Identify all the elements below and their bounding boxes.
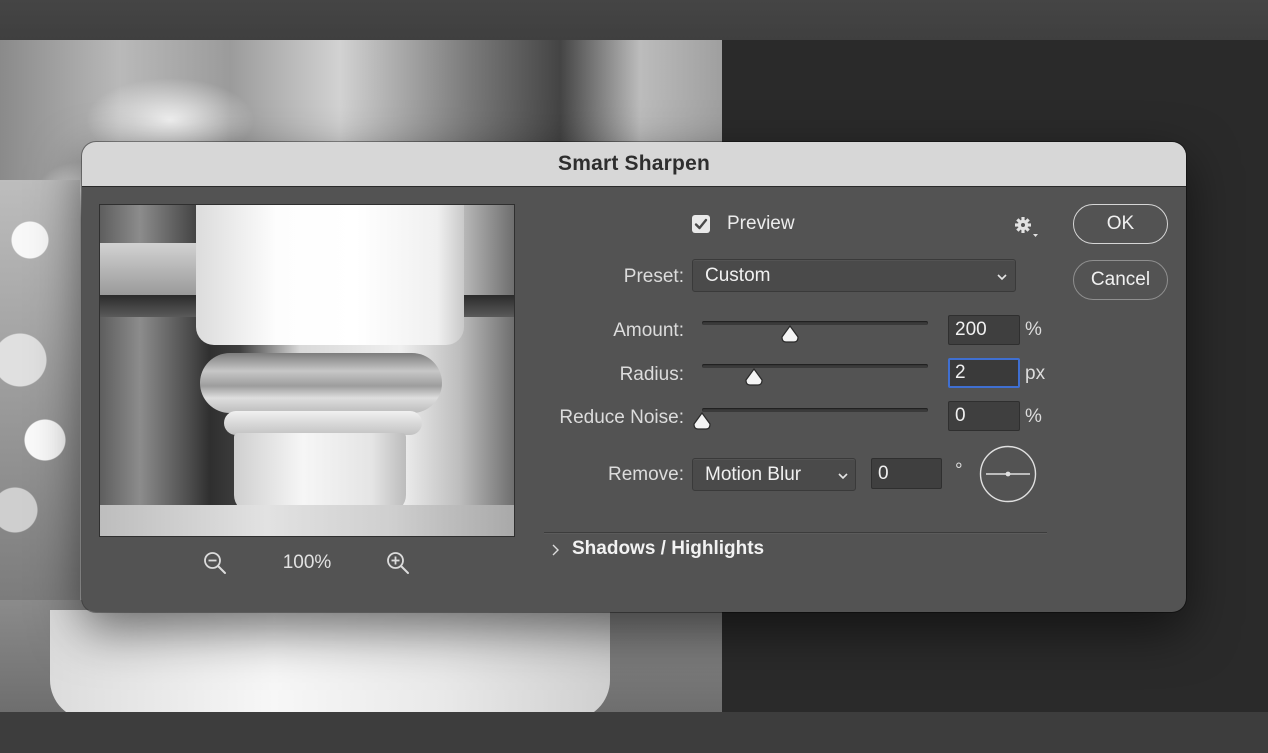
preview-image[interactable] — [99, 204, 515, 537]
amount-slider-thumb[interactable] — [780, 325, 800, 343]
smart-sharpen-dialog: Smart Sharpen 100% Preview Preset: Custo… — [82, 142, 1186, 612]
chevron-down-icon — [996, 270, 1008, 282]
chevron-down-icon — [837, 469, 849, 481]
preview-checkbox[interactable] — [692, 215, 710, 233]
reduce-noise-slider-track — [702, 408, 928, 412]
preview-image-rail — [100, 243, 210, 295]
remove-dropdown[interactable]: Motion Blur — [692, 458, 856, 491]
preview-image-collar — [200, 353, 442, 413]
preview-image-ring — [224, 411, 422, 435]
preview-zoom-controls: 100% — [99, 547, 515, 577]
preview-label[interactable]: Preview — [727, 213, 795, 235]
angle-dial-icon[interactable] — [979, 445, 1037, 503]
preview-image-foot — [234, 433, 406, 513]
gear-icon[interactable] — [1013, 215, 1041, 239]
amount-slider[interactable] — [702, 321, 928, 345]
preset-value: Custom — [705, 265, 771, 286]
preset-label: Preset: — [623, 266, 684, 287]
radius-slider-thumb[interactable] — [744, 368, 764, 386]
radius-unit: px — [1025, 363, 1046, 384]
reduce-noise-input[interactable] — [948, 401, 1020, 431]
zoom-level: 100% — [282, 552, 332, 573]
reduce-noise-unit: % — [1025, 406, 1042, 427]
dialog-title-bar[interactable]: Smart Sharpen — [82, 142, 1186, 187]
remove-label: Remove: — [607, 464, 684, 485]
chevron-right-icon — [550, 543, 560, 557]
app-top-bar — [0, 0, 1268, 40]
section-divider — [544, 532, 1047, 533]
reduce-noise-slider[interactable] — [693, 408, 928, 432]
canvas-image-pot — [50, 610, 610, 712]
radius-input[interactable] — [948, 358, 1020, 388]
reduce-noise-slider-thumb[interactable] — [692, 412, 712, 430]
canvas-image-foliage — [0, 180, 80, 600]
angle-unit: ° — [955, 460, 963, 481]
radius-label: Radius: — [619, 364, 684, 385]
ok-button[interactable]: OK — [1073, 204, 1168, 244]
amount-input[interactable] — [948, 315, 1020, 345]
preset-dropdown[interactable]: Custom — [692, 259, 1016, 292]
checkmark-icon — [694, 218, 708, 230]
cancel-button[interactable]: Cancel — [1073, 260, 1168, 300]
reduce-noise-label: Reduce Noise: — [559, 407, 684, 428]
amount-label: Amount: — [613, 320, 684, 341]
zoom-in-icon[interactable] — [385, 550, 411, 576]
radius-slider-track — [702, 364, 928, 368]
preview-image-block — [196, 205, 464, 345]
zoom-out-icon[interactable] — [202, 550, 228, 576]
remove-value: Motion Blur — [705, 464, 802, 485]
amount-unit: % — [1025, 319, 1042, 340]
app-bottom-bar — [0, 712, 1268, 753]
radius-slider[interactable] — [702, 364, 928, 388]
angle-input[interactable] — [871, 458, 942, 489]
amount-slider-track — [702, 321, 928, 325]
dialog-title: Smart Sharpen — [558, 152, 710, 175]
preview-image-floor — [100, 505, 514, 536]
shadows-highlights-label: Shadows / Highlights — [572, 538, 765, 559]
